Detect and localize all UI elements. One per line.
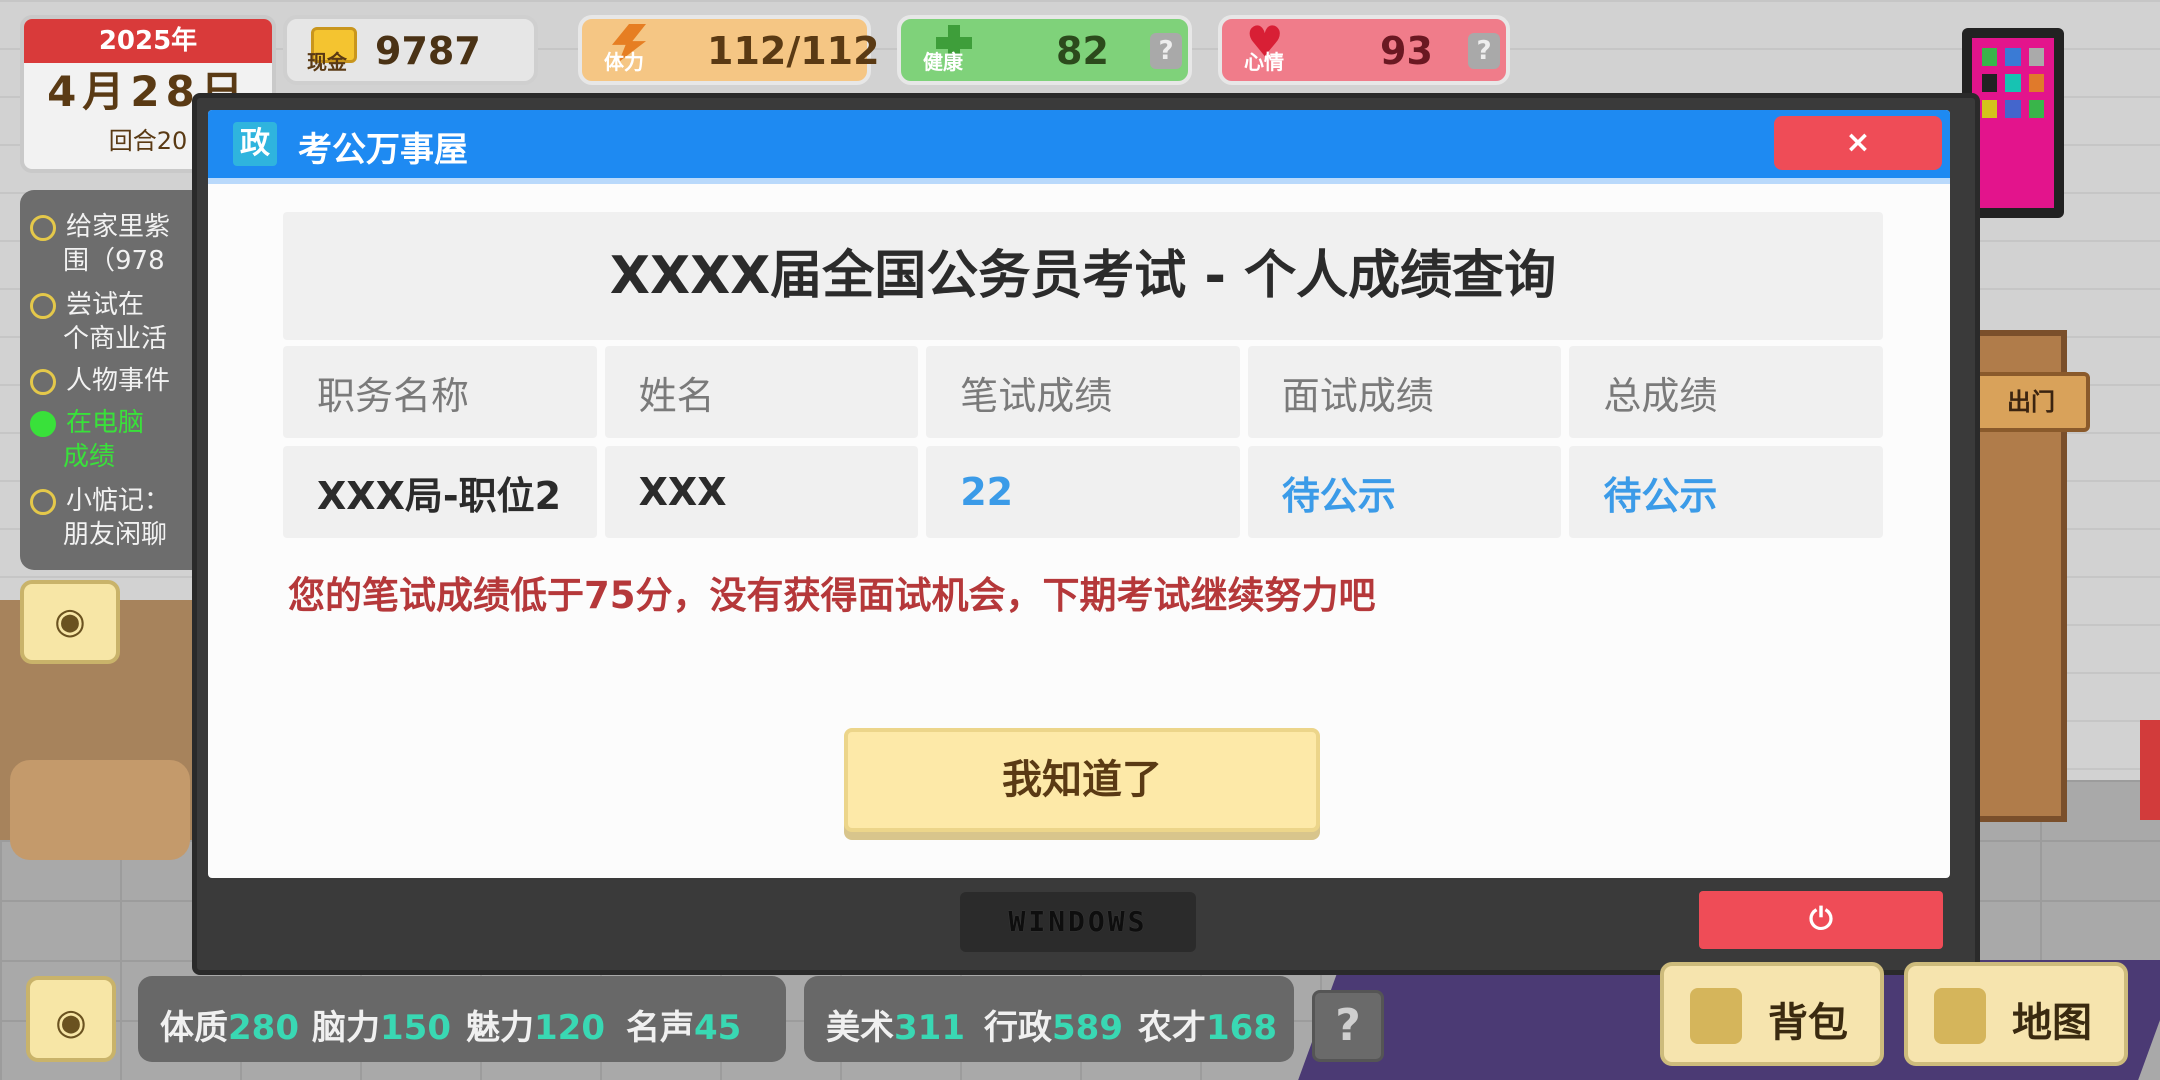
cell-written-score: 22 (926, 446, 1240, 538)
bag-button[interactable]: 背包 (1660, 962, 1884, 1066)
app-title: 考公万事屋 (298, 130, 468, 170)
check-icon (30, 410, 56, 437)
cell-name: XXX (604, 446, 919, 538)
power-button[interactable]: ⏻ (1699, 891, 1943, 949)
result-notice: 您的笔试成绩低于75分，没有获得面试机会，下期考试继续努力吧 (288, 574, 1376, 617)
map-label: 地图 (2012, 1000, 2092, 1046)
attr-admin: 行政589 (984, 1008, 1123, 1048)
quest-item[interactable]: 尝试在 个商业活 (30, 288, 167, 356)
attr-intellect: 脑力150 (312, 1008, 451, 1048)
bag-icon (1690, 988, 1742, 1044)
fire-extinguisher (2140, 720, 2160, 820)
attr-agriculture: 农才168 (1138, 1008, 1277, 1048)
quest-status-icon (30, 488, 56, 515)
mood-value: 93 (1380, 29, 1433, 73)
quest-status-icon (30, 214, 56, 241)
table-row: XXX局-职位2 XXX 22 待公示 待公示 (283, 446, 1883, 538)
health-help-icon[interactable]: ? (1150, 33, 1182, 69)
date-year: 2025年 (24, 19, 272, 63)
eye-icon[interactable]: ◉ (20, 580, 120, 664)
cash-stat: 现金 9787 (283, 15, 538, 85)
quest-item[interactable]: 给家里紫 围（978 (30, 210, 170, 278)
energy-value: 112/112 (707, 29, 880, 73)
score-table: XXXX届全国公务员考试 - 个人成绩查询 职务名称 姓名 笔试成绩 面试成绩 … (283, 212, 1883, 542)
dialog-titlebar: 政 考公万事屋 × (208, 110, 1950, 184)
exam-result-dialog: 政 考公万事屋 × XXXX届全国公务员考试 - 个人成绩查询 职务名称 姓名 … (208, 110, 1950, 878)
header-position: 职务名称 (283, 346, 597, 438)
attr-constitution: 体质280 (160, 1008, 299, 1048)
cell-position: XXX局-职位2 (283, 446, 597, 538)
quest-status-icon (30, 292, 56, 319)
exit-sign[interactable]: 出门 (1972, 372, 2090, 432)
quest-status-icon (30, 368, 56, 395)
bed-pillow (10, 760, 190, 860)
exam-title: XXXX届全国公务员考试 - 个人成绩查询 (283, 212, 1883, 340)
quest-item[interactable]: 人物事件 (30, 364, 170, 398)
map-icon (1934, 988, 1986, 1044)
phone-screen (1972, 38, 2054, 208)
close-button[interactable]: × (1774, 116, 1942, 170)
energy-stat: 体力 112/112 (578, 15, 880, 85)
cash-value: 9787 (375, 29, 481, 73)
mood-help-icon[interactable]: ? (1468, 33, 1500, 69)
energy-label: 体力 (604, 50, 644, 74)
bag-label: 背包 (1768, 1000, 1848, 1046)
quest-item[interactable]: 小惦记： 朋友闲聊 (30, 484, 170, 552)
header-total-score: 总成绩 (1569, 346, 1883, 438)
cell-total-score: 待公示 (1569, 446, 1883, 538)
attr-fame: 名声45 (626, 1008, 742, 1048)
cash-label: 现金 (307, 50, 347, 74)
cell-interview-score: 待公示 (1247, 446, 1562, 538)
attr-art: 美术311 (826, 1008, 965, 1048)
health-value: 82 (1056, 29, 1109, 73)
map-button[interactable]: 地图 (1904, 962, 2128, 1066)
health-stat: 健康 82 ? (897, 15, 1192, 85)
header-written-score: 笔试成绩 (926, 346, 1240, 438)
app-logo: 政 (233, 122, 277, 166)
eye-icon[interactable]: ◉ (26, 976, 116, 1062)
acknowledge-button[interactable]: 我知道了 (844, 728, 1320, 832)
header-name: 姓名 (604, 346, 919, 438)
mood-stat: ♥ 心情 93 ? (1218, 15, 1510, 85)
windows-start-button[interactable]: WINDOWS (960, 892, 1196, 952)
help-button[interactable]: ? (1312, 990, 1384, 1062)
quest-item[interactable]: 在电脑 成绩 (30, 406, 144, 474)
mood-label: 心情 (1244, 50, 1284, 74)
table-header-row: 职务名称 姓名 笔试成绩 面试成绩 总成绩 (283, 346, 1883, 438)
attr-charm: 魅力120 (466, 1008, 605, 1048)
header-interview-score: 面试成绩 (1247, 346, 1562, 438)
health-label: 健康 (923, 50, 963, 74)
